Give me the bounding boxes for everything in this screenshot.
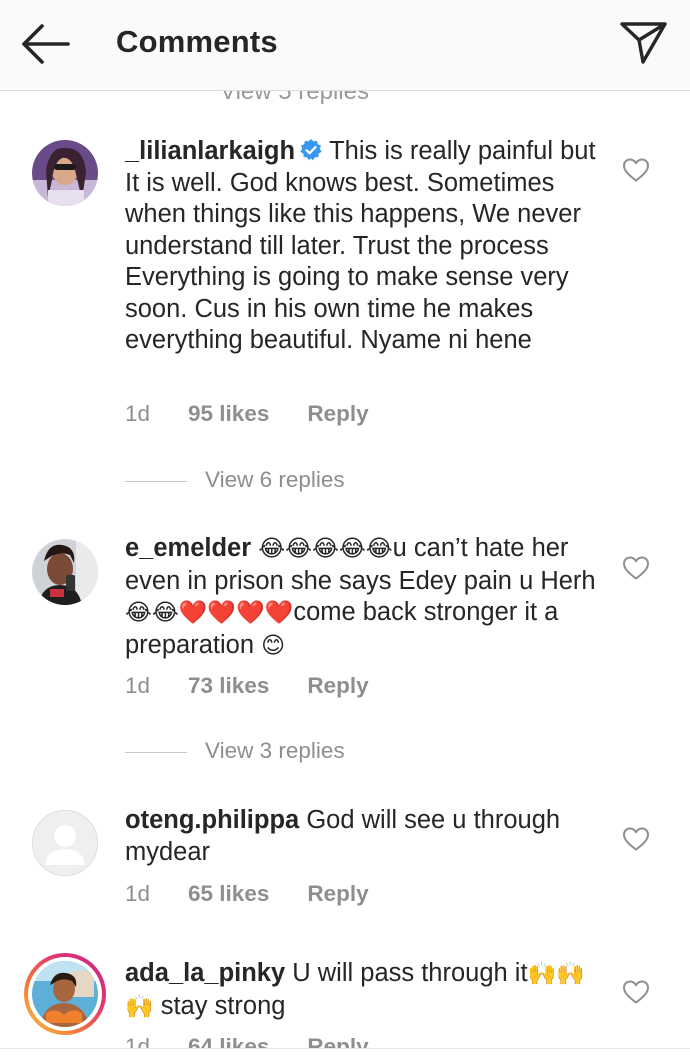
username[interactable]: ada_la_pinky bbox=[125, 959, 285, 987]
username[interactable]: _lilianlarkaigh bbox=[125, 137, 295, 165]
likes-count[interactable]: 95 likes bbox=[188, 401, 269, 427]
arrow-left-icon bbox=[22, 24, 70, 64]
comment-body: stay strong bbox=[153, 991, 286, 1020]
comment-input-bar-edge bbox=[0, 1048, 690, 1061]
verified-badge-icon bbox=[300, 139, 322, 161]
likes-count[interactable]: 73 likes bbox=[188, 673, 269, 699]
share-button[interactable] bbox=[618, 18, 670, 68]
like-button[interactable] bbox=[622, 157, 650, 183]
divider-line bbox=[125, 480, 187, 482]
comment-meta: 1d 65 likes Reply bbox=[125, 881, 369, 907]
comment-text: e_emelder 😂😂😂😂😂u can’t hate her even in … bbox=[125, 533, 600, 662]
story-ring[interactable] bbox=[24, 953, 106, 1035]
username[interactable]: e_emelder bbox=[125, 534, 251, 562]
comment-time: 1d bbox=[125, 881, 151, 906]
comment-time: 1d bbox=[125, 673, 151, 698]
avatar[interactable] bbox=[32, 961, 98, 1027]
page-title: Comments bbox=[116, 24, 278, 59]
divider-line bbox=[125, 751, 187, 753]
top-bar: Comments bbox=[0, 0, 690, 91]
avatar[interactable] bbox=[32, 810, 98, 876]
reply-button[interactable]: Reply bbox=[307, 673, 368, 699]
heart-icon bbox=[622, 158, 650, 182]
comment-text: ada_la_pinky U will pass through it🙌🙌 🙌 … bbox=[125, 958, 600, 1023]
like-button[interactable] bbox=[622, 555, 650, 581]
comment-text: _lilianlarkaigh This is really painful bu… bbox=[125, 136, 600, 357]
view-replies-label: View 3 replies bbox=[205, 738, 345, 763]
view-replies-button[interactable]: View 6 replies bbox=[125, 467, 345, 493]
avatar[interactable] bbox=[32, 140, 98, 206]
paper-plane-icon bbox=[620, 22, 667, 64]
like-button[interactable] bbox=[622, 826, 650, 852]
default-avatar-icon bbox=[33, 811, 97, 875]
heart-icon bbox=[622, 827, 650, 851]
laughing-heart-emoji-icon: 😂😂❤️❤️❤️❤️ bbox=[125, 600, 294, 626]
heart-icon bbox=[622, 980, 650, 1004]
comment-meta: 1d 73 likes Reply bbox=[125, 673, 369, 699]
username[interactable]: oteng.philippa bbox=[125, 806, 299, 834]
reply-button[interactable]: Reply bbox=[307, 881, 368, 907]
like-button[interactable] bbox=[622, 979, 650, 1005]
view-replies-label: View 6 replies bbox=[205, 467, 345, 492]
comment-meta: 1d 95 likes Reply bbox=[125, 401, 369, 427]
heart-icon bbox=[622, 556, 650, 580]
smile-emoji-icon: 😊 bbox=[261, 632, 286, 659]
view-replies-button[interactable]: View 3 replies bbox=[125, 738, 345, 764]
back-button[interactable] bbox=[18, 22, 72, 66]
raising-hands-emoji-icon: 🙌 bbox=[125, 993, 154, 1020]
likes-count[interactable]: 65 likes bbox=[188, 881, 269, 907]
laughing-emoji-icon: 😂😂😂😂😂 bbox=[258, 536, 393, 562]
raising-hands-emoji-icon: 🙌🙌 bbox=[527, 961, 585, 987]
reply-button[interactable]: Reply bbox=[307, 401, 368, 427]
comment-body: U will pass through it bbox=[292, 959, 528, 987]
comment-body: This is really painful but It is well. G… bbox=[125, 137, 596, 354]
comment-text: oteng.philippa God will see u through my… bbox=[125, 805, 600, 868]
avatar[interactable] bbox=[32, 539, 98, 605]
comment-time: 1d bbox=[125, 401, 151, 426]
